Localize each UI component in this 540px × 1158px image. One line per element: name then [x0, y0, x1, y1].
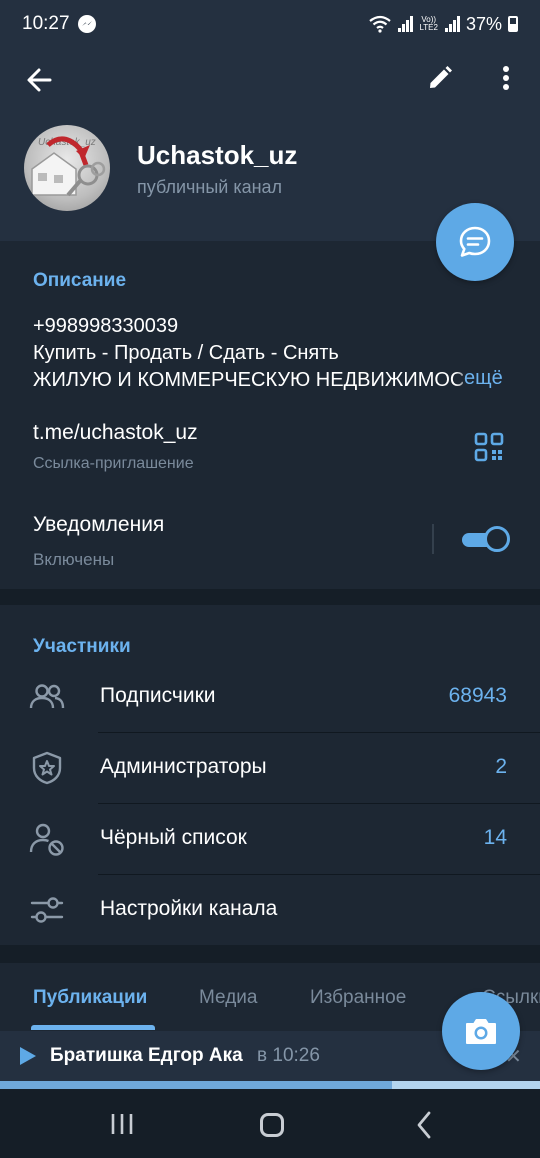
- back-button[interactable]: [22, 62, 58, 98]
- description-line: ЖИЛУЮ И КОММЕРЧЕСКУЮ НЕДВИЖИМОСТЬ: [33, 369, 463, 391]
- camera-icon: [466, 1019, 496, 1044]
- edit-button[interactable]: [424, 62, 456, 94]
- row-label: Подписчики: [100, 684, 216, 707]
- wifi-icon: [369, 15, 392, 33]
- active-tab-indicator: [31, 1025, 155, 1030]
- subscribers-row[interactable]: Подписчики 68943: [0, 662, 540, 733]
- status-icons: Vo)) LTE2 37%: [369, 14, 518, 35]
- tab-favorites[interactable]: Избранное: [310, 987, 406, 1009]
- admins-row[interactable]: Администраторы 2: [0, 733, 540, 804]
- home-button[interactable]: [260, 1113, 284, 1137]
- player-title: Братишка Едгор Ака: [50, 1045, 243, 1066]
- camera-button[interactable]: [442, 992, 520, 1070]
- show-more-link[interactable]: ещё: [456, 367, 503, 390]
- invite-link-caption: Ссылка-приглашение: [33, 455, 194, 472]
- recent-apps-icon: [111, 1114, 133, 1134]
- progress-fill: [0, 1081, 393, 1089]
- tab-posts[interactable]: Публикации: [33, 987, 147, 1009]
- player-progress[interactable]: [0, 1081, 540, 1089]
- more-vertical-icon: [503, 66, 509, 90]
- back-arrow-icon: [27, 68, 52, 92]
- description-heading: Описание: [33, 270, 127, 291]
- info-section: Описание +998998330039 Купить - Продать …: [0, 241, 540, 589]
- notifications-status: Включены: [33, 550, 115, 569]
- users-icon: [28, 678, 66, 716]
- battery-percent: 37%: [465, 13, 502, 34]
- messenger-icon: [77, 15, 96, 33]
- blacklist-row[interactable]: Чёрный список 14: [0, 804, 540, 875]
- row-count: 68943: [448, 684, 507, 707]
- house-logo-icon: Uchastok_uz: [31, 136, 106, 197]
- description-text[interactable]: +998998330039 Купить - Продать / Сдать -…: [33, 313, 463, 394]
- status-bar: 10:27 Vo)) LTE2 37%: [0, 0, 540, 48]
- shield-star-icon: [28, 749, 66, 787]
- lte-indicator: Vo)) LTE2: [419, 15, 438, 32]
- divider: [432, 524, 434, 554]
- more-button[interactable]: [494, 62, 518, 94]
- status-time: 10:27: [22, 13, 70, 34]
- chevron-left-icon: [417, 1111, 431, 1139]
- battery-icon: [508, 16, 518, 32]
- members-section: Участники Подписчики 68943 Администратор…: [0, 605, 540, 945]
- row-label: Чёрный список: [100, 826, 247, 849]
- invite-link[interactable]: t.me/uchastok_uz: [33, 421, 198, 445]
- discussion-button[interactable]: [436, 203, 514, 281]
- description-line: +998998330039: [33, 315, 179, 337]
- play-icon[interactable]: [20, 1047, 36, 1065]
- pencil-icon: [430, 66, 452, 88]
- notifications-label[interactable]: Уведомления: [33, 513, 164, 537]
- sliders-icon: [28, 891, 66, 929]
- tab-media[interactable]: Медиа: [199, 987, 257, 1009]
- row-label: Администраторы: [100, 755, 267, 778]
- row-count: 14: [483, 826, 507, 849]
- recent-apps-button[interactable]: [108, 1113, 136, 1135]
- channel-name: Uchastok_uz: [137, 140, 298, 170]
- user-blocked-icon: [28, 820, 66, 858]
- notifications-toggle[interactable]: [460, 526, 510, 552]
- chat-bubble-icon: [459, 226, 491, 257]
- signal-icon-2: [444, 16, 460, 32]
- player-time: в 10:26: [257, 1045, 320, 1066]
- qr-code-icon: [474, 432, 504, 462]
- system-back-button[interactable]: [414, 1111, 434, 1139]
- system-nav-bar: [0, 1089, 540, 1158]
- section-divider: [0, 945, 540, 963]
- channel-type: публичный канал: [137, 177, 283, 197]
- description-line: Купить - Продать / Сдать - Снять: [33, 342, 339, 364]
- signal-icon: [397, 16, 414, 32]
- row-count: 2: [495, 755, 507, 778]
- channel-avatar[interactable]: Uchastok_uz: [24, 125, 110, 211]
- channel-settings-row[interactable]: Настройки канала: [0, 875, 540, 946]
- members-heading: Участники: [33, 636, 131, 657]
- row-label: Настройки канала: [100, 897, 278, 920]
- section-divider: [0, 589, 540, 605]
- qr-code-button[interactable]: [474, 432, 504, 462]
- toggle-knob: [484, 526, 510, 552]
